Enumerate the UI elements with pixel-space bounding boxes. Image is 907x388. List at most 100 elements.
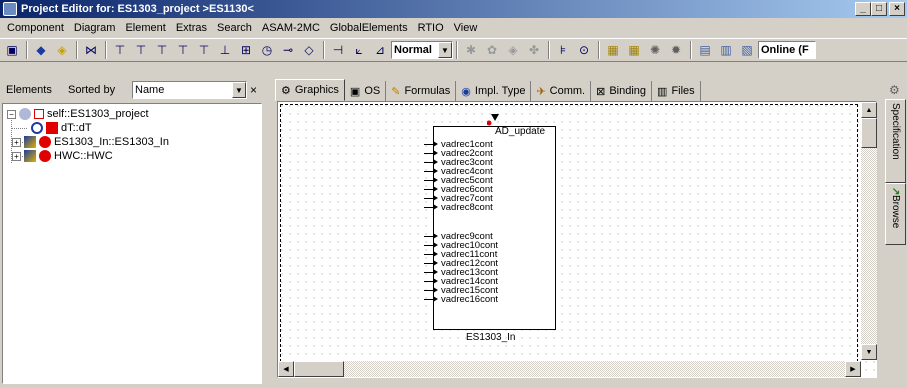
tab-binding[interactable]: ⊠ Binding	[591, 81, 653, 101]
chart-icon[interactable]: ⟀	[349, 40, 369, 60]
port-arrow-icon	[424, 278, 440, 285]
empty-square-icon	[34, 109, 44, 119]
tab-os[interactable]: ▣ OS	[345, 81, 387, 101]
menu-extras[interactable]: Extras	[171, 22, 212, 34]
tab-formulas[interactable]: ✎ Formulas	[386, 81, 457, 101]
minimize-button[interactable]: _	[855, 2, 871, 16]
input-port[interactable]: vadrec16cont	[424, 295, 498, 304]
diagram-border	[280, 104, 858, 362]
menu-element[interactable]: Element	[120, 22, 170, 34]
mode-select[interactable]: Normal ▼	[391, 41, 453, 59]
window-title: Project Editor for: ES1303_project >ES11…	[21, 3, 254, 15]
window-c-icon[interactable]: ▧	[737, 40, 757, 60]
horizontal-scroll-thumb[interactable]	[294, 361, 344, 377]
window-b-icon[interactable]: ▥	[716, 40, 736, 60]
element-f-icon[interactable]: ⊥	[215, 40, 235, 60]
panel-close-icon[interactable]: ×	[250, 83, 257, 97]
files-icon: ▥	[657, 85, 668, 98]
tab-impl-type[interactable]: ◉ Impl. Type	[456, 81, 532, 101]
tree-item-dt[interactable]: dT::dT	[31, 121, 92, 135]
editor-tabs: ⚙ Graphics ▣ OS ✎ Formulas ◉ Impl. Type …	[275, 79, 885, 101]
window-a-icon[interactable]: ▤	[695, 40, 715, 60]
scroll-left-button[interactable]: ◀	[278, 361, 294, 377]
sidebar-gear-icon[interactable]: ⚙	[889, 83, 900, 97]
connect-icon[interactable]: ⊸	[278, 40, 298, 60]
element-e-icon[interactable]: ⊤	[194, 40, 214, 60]
tree-item-label: HWC::HWC	[54, 150, 113, 162]
horizontal-scrollbar[interactable]	[278, 361, 861, 377]
clock-icon[interactable]: ◷	[257, 40, 277, 60]
menu-global-elements[interactable]: GlobalElements	[325, 22, 413, 34]
tree-view-icon[interactable]: ⊧	[553, 40, 573, 60]
junction-icon[interactable]: ◇	[299, 40, 319, 60]
tab-label: Browse	[890, 195, 901, 229]
diamond-yellow-icon[interactable]: ◈	[52, 40, 72, 60]
tab-graphics[interactable]: ⚙ Graphics	[275, 79, 345, 101]
tree-item-label: dT::dT	[61, 122, 92, 134]
menu-component[interactable]: Component	[2, 22, 69, 34]
elements-tree: − self::ES1303_project dT::dT + ES1303_I…	[2, 103, 262, 384]
close-button[interactable]: ×	[889, 2, 905, 16]
maximize-button[interactable]: □	[871, 2, 887, 16]
element-b-icon[interactable]: ⊤	[131, 40, 151, 60]
graphics-canvas[interactable]	[277, 101, 877, 378]
properties-icon[interactable]: ▣	[2, 40, 22, 60]
chevron-down-icon[interactable]: ▼	[232, 82, 246, 98]
port-arrow-icon	[424, 260, 440, 267]
os-icon: ▣	[349, 85, 361, 98]
build-b-icon[interactable]: ▦	[624, 40, 644, 60]
scroll-up-button[interactable]: ▲	[861, 102, 877, 118]
build-d-icon[interactable]: ✹	[666, 40, 686, 60]
menu-view[interactable]: View	[449, 22, 483, 34]
hline-icon[interactable]: ⊣	[328, 40, 348, 60]
port-arrow-icon	[424, 233, 440, 240]
tree-line	[11, 128, 27, 129]
elements-panel: Elements Sorted by Name ▼ × − self::ES13…	[2, 79, 262, 384]
online-select[interactable]: Online (F	[758, 41, 816, 59]
tool-gray-4-icon[interactable]: ✤	[524, 40, 544, 60]
element-a-icon[interactable]: ⊤	[110, 40, 130, 60]
vertical-scroll-thumb[interactable]	[861, 118, 877, 148]
build-a-icon[interactable]: ▦	[603, 40, 623, 60]
tab-label: Specification	[890, 103, 901, 160]
tab-browse[interactable]: ↗ Browse	[885, 183, 906, 245]
array-icon[interactable]: ⊞	[236, 40, 256, 60]
toolbar-separator	[105, 41, 107, 59]
element-d-icon[interactable]: ⊤	[173, 40, 193, 60]
menu-diagram[interactable]: Diagram	[69, 22, 121, 34]
app-icon	[3, 2, 17, 16]
browse-icon: ↗	[890, 187, 901, 196]
expand-icon[interactable]: +	[12, 151, 21, 161]
expand-icon[interactable]: +	[12, 137, 21, 147]
scroll-down-button[interactable]: ▼	[861, 344, 877, 360]
mode-select-value: Normal	[394, 44, 432, 56]
port-arrow-icon	[424, 186, 440, 193]
build-c-icon[interactable]: ✺	[645, 40, 665, 60]
tree-item-project[interactable]: − self::ES1303_project	[7, 107, 149, 121]
tab-files[interactable]: ▥ Files	[652, 81, 701, 101]
tab-specification[interactable]: Specification	[885, 99, 906, 183]
sort-select[interactable]: Name ▼	[132, 81, 247, 99]
red-triangle-icon	[46, 122, 58, 134]
tree-item-hwc[interactable]: + HWC::HWC	[12, 149, 113, 163]
right-sidebar: ⚙ Specification ↗ Browse	[884, 79, 907, 384]
graph-icon[interactable]: ⊿	[370, 40, 390, 60]
tool-gray-3-icon[interactable]: ◈	[503, 40, 523, 60]
element-c-icon[interactable]: ⊤	[152, 40, 172, 60]
menu-search[interactable]: Search	[212, 22, 257, 34]
input-port[interactable]: vadrec8cont	[424, 203, 493, 212]
port-arrow-icon	[424, 141, 440, 148]
menu-rtio[interactable]: RTIO	[413, 22, 449, 34]
diamond-blue-icon[interactable]: ◆	[31, 40, 51, 60]
top-port-label: AD_update	[495, 126, 546, 137]
tool-gray-2-icon[interactable]: ✿	[482, 40, 502, 60]
menu-asam-2mc[interactable]: ASAM-2MC	[257, 22, 325, 34]
scroll-right-button[interactable]: ▶	[845, 361, 861, 377]
tab-comm[interactable]: ✈ Comm.	[531, 81, 592, 101]
collapse-icon[interactable]: −	[7, 109, 16, 119]
ports-icon[interactable]: ⋈	[81, 40, 101, 60]
tree-item-es1303-in[interactable]: + ES1303_In::ES1303_In	[12, 135, 169, 149]
inspect-icon[interactable]: ⊙	[574, 40, 594, 60]
chevron-down-icon[interactable]: ▼	[438, 42, 452, 58]
tool-gray-1-icon[interactable]: ✱	[461, 40, 481, 60]
